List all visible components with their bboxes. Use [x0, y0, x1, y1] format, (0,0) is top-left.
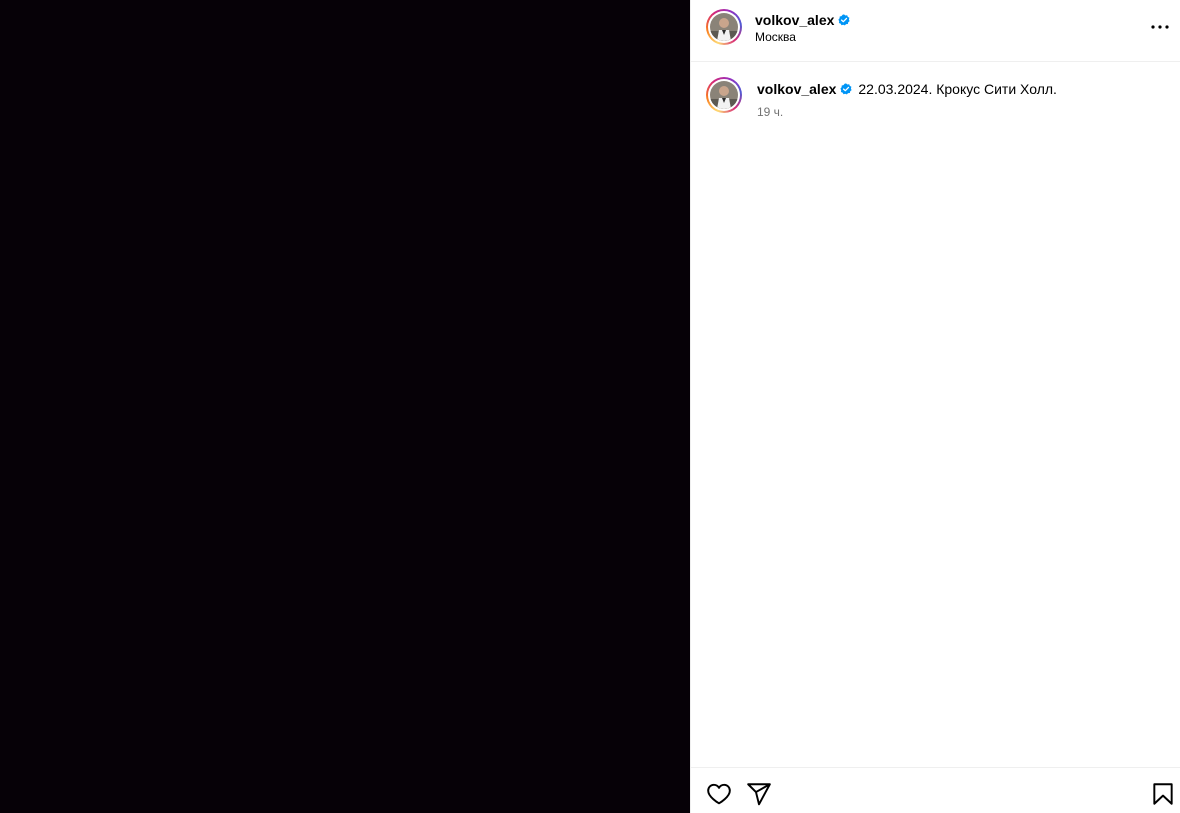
caption-author-avatar[interactable]: [706, 77, 742, 113]
avatar-photo-icon: [710, 81, 738, 109]
more-options-button[interactable]: [1149, 16, 1171, 38]
more-options-icon: [1151, 25, 1169, 29]
heart-icon[interactable]: [706, 781, 732, 807]
avatar-photo-icon: [710, 13, 738, 41]
author-username[interactable]: volkov_alex: [755, 12, 834, 28]
post-actions-bar: [691, 767, 1180, 813]
verified-badge-icon: [840, 83, 852, 95]
caption-username[interactable]: volkov_alex: [757, 80, 836, 98]
author-avatar[interactable]: [706, 9, 742, 45]
post-location[interactable]: Москва: [755, 30, 796, 44]
post-media[interactable]: [0, 0, 690, 813]
author-username-row: volkov_alex: [755, 11, 850, 29]
post-header: volkov_alex Москва: [691, 0, 1180, 62]
share-icon[interactable]: [746, 781, 772, 807]
post-side-panel: volkov_alex Москва volkov_alex 22.03.202…: [690, 0, 1180, 813]
bookmark-icon[interactable]: [1150, 781, 1176, 807]
post-timestamp[interactable]: 19 ч.: [757, 105, 783, 119]
caption-text: 22.03.2024. Крокус Сити Холл.: [858, 81, 1057, 97]
post-caption: volkov_alex 22.03.2024. Крокус Сити Холл…: [757, 80, 1157, 98]
verified-badge-icon: [838, 14, 850, 26]
